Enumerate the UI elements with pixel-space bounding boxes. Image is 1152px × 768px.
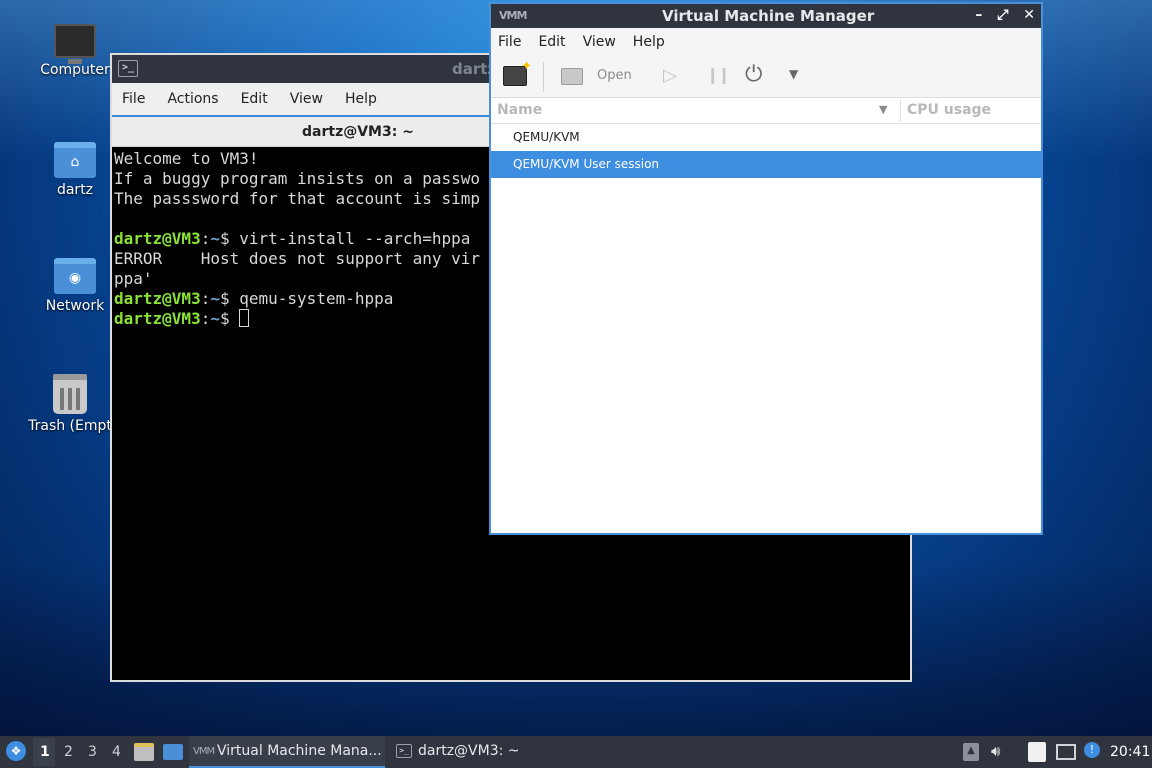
connection-label: QEMU/KVM User session <box>513 157 660 171</box>
taskbar: ❖ 1 2 3 4 VMM Virtual Machine Mana... >_… <box>0 736 1152 768</box>
prompt-path: ~ <box>210 229 220 248</box>
task-vmm[interactable]: VMM Virtual Machine Mana... <box>189 736 385 768</box>
workspace-4[interactable]: 4 <box>112 744 121 760</box>
clipboard-icon[interactable] <box>1028 742 1046 762</box>
clock[interactable]: 20:41 <box>1110 744 1150 760</box>
new-vm-icon[interactable] <box>503 59 532 86</box>
notification-icon[interactable]: ! <box>1084 742 1100 758</box>
close-icon[interactable]: ✕ <box>1023 7 1035 23</box>
vm-list-header: Name ▼ CPU usage <box>491 98 1041 124</box>
terminal-tab-title: dartz@VM3: ~ <box>302 124 414 140</box>
terminal-cursor <box>239 309 250 327</box>
menu-file[interactable]: File <box>122 91 145 107</box>
power-icon[interactable]: ⏻ <box>745 62 762 87</box>
open-button-label[interactable]: Open <box>597 68 632 83</box>
prompt-user: dartz@VM3 <box>114 289 201 308</box>
network-icon[interactable] <box>1056 744 1076 760</box>
desktop-icon-label: Trash (Empt <box>28 418 112 434</box>
desktop-icon-label: dartz <box>56 182 94 198</box>
terminal-icon: >_ <box>396 744 412 758</box>
vmm-titlebar[interactable]: VMM Virtual Machine Manager – ⤢ ✕ <box>491 4 1041 28</box>
vmm-title: Virtual Machine Manager <box>662 7 875 25</box>
prompt-path: ~ <box>210 309 220 328</box>
workspace-3[interactable]: 3 <box>88 744 97 760</box>
terminal-icon: >_ <box>118 60 138 77</box>
file-manager-icon[interactable] <box>134 743 154 761</box>
menu-edit[interactable]: Edit <box>538 34 565 50</box>
command-text: $ virt-install --arch=hppa <box>219 229 471 248</box>
toolbar-separator <box>543 62 544 92</box>
task-label: Virtual Machine Mana... <box>217 743 382 759</box>
desktop-icon-label: Computer <box>40 62 110 78</box>
minimize-icon[interactable]: – <box>975 7 982 23</box>
workspace-1[interactable]: 1 <box>40 744 50 760</box>
desktop-icon-label: Network <box>45 298 105 314</box>
run-icon[interactable]: ▷ <box>663 65 677 86</box>
vm-list-row-selected[interactable]: QEMU/KVM User session <box>491 151 1041 178</box>
vmm-window[interactable]: VMM Virtual Machine Manager – ⤢ ✕ File E… <box>489 2 1043 535</box>
menu-help[interactable]: Help <box>633 34 665 50</box>
home-folder-icon: ⌂ <box>54 142 96 178</box>
computer-icon <box>54 24 96 64</box>
column-divider <box>900 100 901 122</box>
pause-icon[interactable]: ❙❙ <box>706 65 731 84</box>
vm-list-row[interactable]: QEMU/KVM <box>491 124 1041 151</box>
show-desktop-icon[interactable] <box>163 744 183 760</box>
tray-expand-icon[interactable]: ▲ <box>963 743 979 761</box>
volume-icon[interactable]: 🔊︎ <box>991 742 1000 760</box>
network-folder-icon: ◉ <box>54 258 96 294</box>
prompt-user: dartz@VM3 <box>114 309 201 328</box>
vmm-menubar: File Edit View Help <box>491 28 1041 56</box>
prompt-path: ~ <box>210 289 220 308</box>
vmm-logo-icon: VMM <box>193 746 215 757</box>
vmm-toolbar: Open ▷ ❙❙ ⏻ ▼ <box>491 56 1041 98</box>
menu-edit[interactable]: Edit <box>241 91 268 107</box>
sort-chevron-icon[interactable]: ▼ <box>879 103 887 116</box>
task-terminal[interactable]: >_ dartz@VM3: ~ <box>390 736 530 768</box>
maximize-icon[interactable]: ⤢ <box>997 7 1008 23</box>
start-menu-icon[interactable]: ❖ <box>6 741 26 761</box>
desktop-icon-trash[interactable]: Trash (Empt <box>22 374 118 434</box>
column-name[interactable]: Name <box>497 102 542 118</box>
desktop-icon-home[interactable]: ⌂ dartz <box>27 142 123 198</box>
task-label: dartz@VM3: ~ <box>418 743 520 759</box>
menu-actions[interactable]: Actions <box>167 91 218 107</box>
menu-file[interactable]: File <box>498 34 521 50</box>
desktop-icon-computer[interactable]: Computer <box>27 24 123 78</box>
command-text: $ <box>219 309 240 328</box>
prompt-user: dartz@VM3 <box>114 229 201 248</box>
workspace-2[interactable]: 2 <box>64 744 73 760</box>
vmm-logo-icon: VMM <box>499 9 527 22</box>
connection-label: QEMU/KVM <box>513 130 580 144</box>
menu-view[interactable]: View <box>583 34 616 50</box>
chevron-down-icon[interactable]: ▼ <box>789 67 798 81</box>
trash-icon <box>53 374 87 414</box>
command-text: $ qemu-system-hppa <box>219 289 394 308</box>
menu-help[interactable]: Help <box>345 91 377 107</box>
desktop-icon-network[interactable]: ◉ Network <box>27 258 123 314</box>
menu-view[interactable]: View <box>290 91 323 107</box>
open-console-icon[interactable] <box>561 68 583 85</box>
column-cpu-usage[interactable]: CPU usage <box>907 102 991 118</box>
